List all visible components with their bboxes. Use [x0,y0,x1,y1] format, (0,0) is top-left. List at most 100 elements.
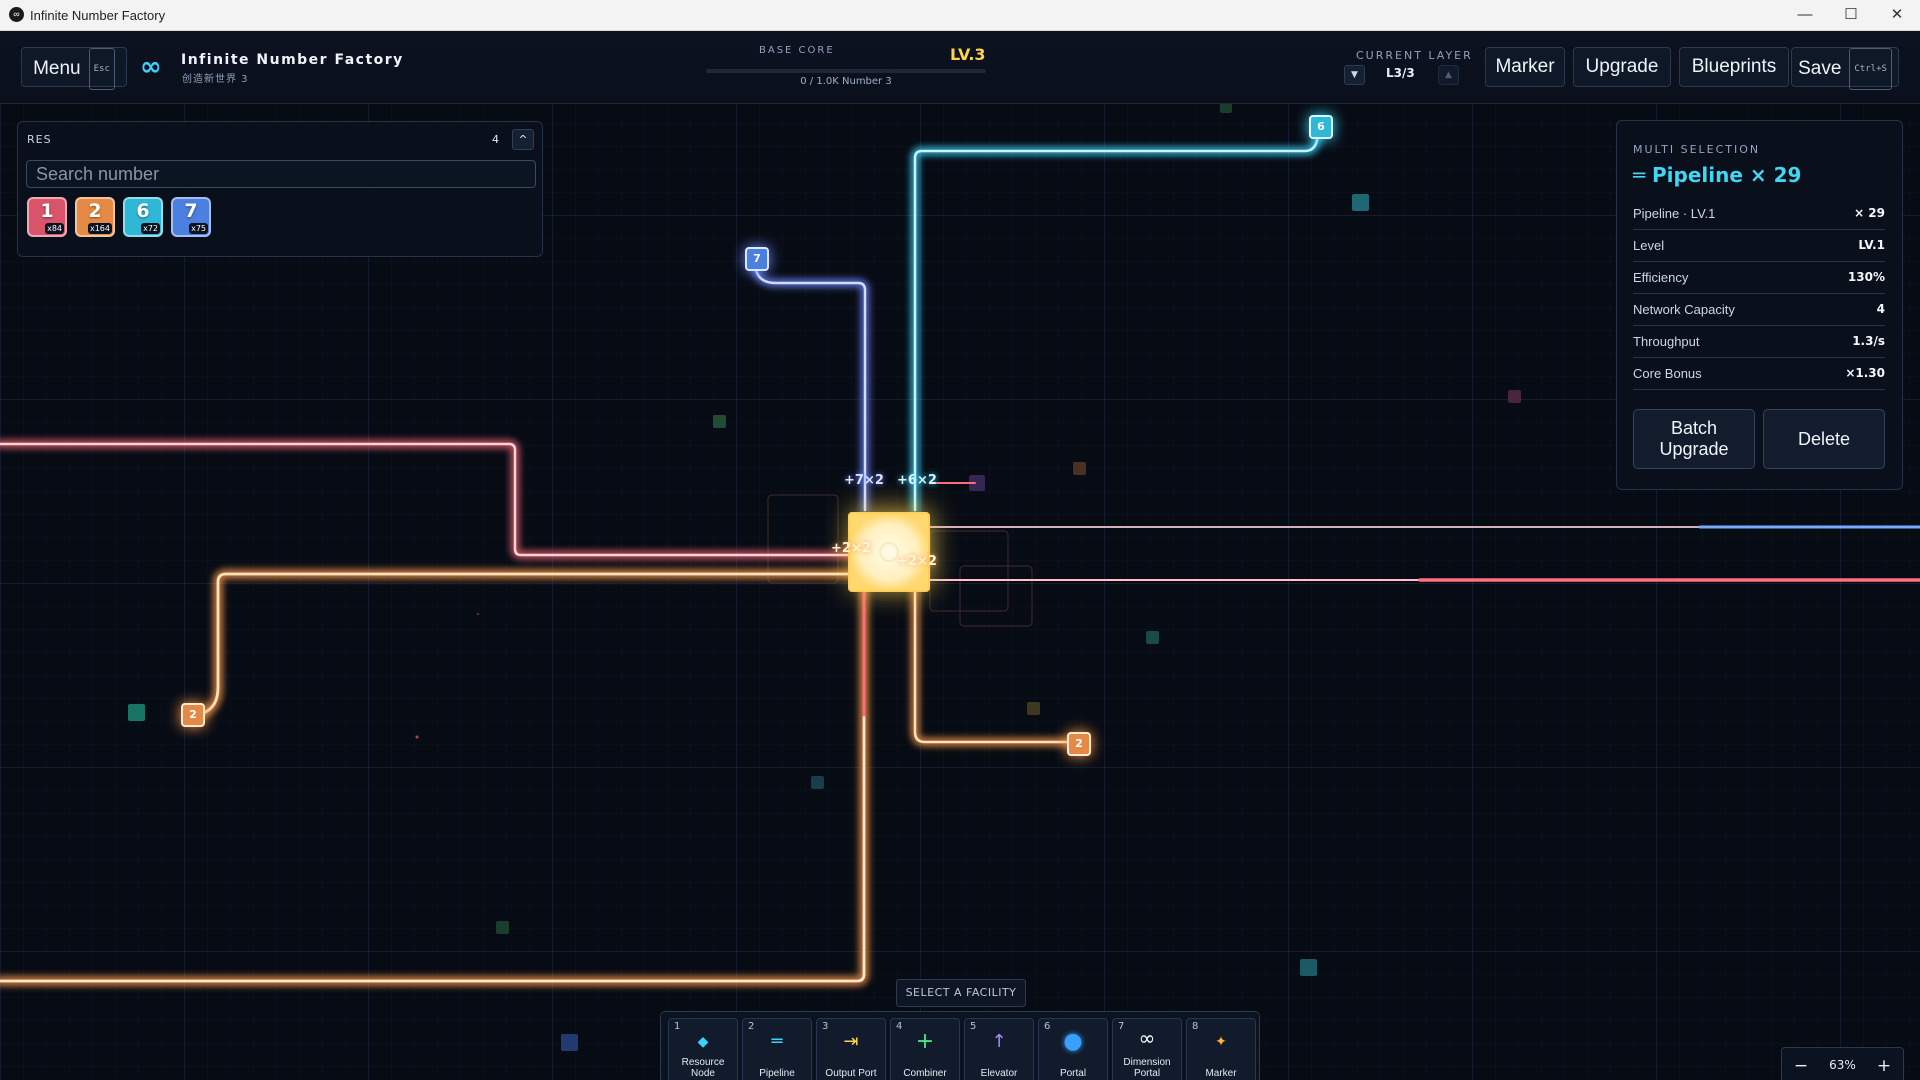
tool-hotkey: 4 [896,1021,903,1032]
menu-shortcut: Esc [88,48,115,90]
tool-label: Output Port [825,1068,877,1079]
resource-node[interactable]: 7 [745,247,769,271]
resource-chip[interactable]: 6 x72 [123,197,163,237]
resource-chip[interactable]: 2 x164 [75,197,115,237]
resource-node-number: 2 [189,708,197,721]
resource-panel-label: RES [27,133,52,146]
tool-hotkey: 5 [970,1021,977,1032]
app-icon: ∞ [9,7,24,22]
tool-label: Dimension Portal [1123,1057,1171,1079]
selection-row-value: LV.1 [1858,238,1885,252]
maximize-button[interactable]: ☐ [1828,0,1874,30]
marker-button[interactable]: Marker [1485,47,1565,87]
base-core-progress-bar [706,69,986,73]
resource-chip-number: 6 [136,200,150,222]
portal-icon: ● [1063,1029,1083,1054]
tool-hotkey: 6 [1044,1021,1051,1032]
core-rate-label: +6×2 [897,473,937,488]
output-port-icon: ⇥ [843,1031,859,1052]
dimension-portal-icon: ∞ [1138,1026,1156,1050]
selection-title: ═ Pipeline × 29 [1633,163,1802,187]
menu-button[interactable]: Menu Esc [21,47,127,90]
combiner-icon: + [915,1029,935,1054]
selection-row-key: Throughput [1633,334,1700,349]
resource-chip[interactable]: 1 x84 [27,197,67,237]
tool-hotkey: 8 [1192,1021,1199,1032]
resource-panel: RES 4 ^ 1 x84 2 x164 6 x72 7 x75 [17,121,543,257]
blueprints-button[interactable]: Blueprints [1679,47,1789,87]
tool-pipeline[interactable]: 2 ═ Pipeline [742,1018,812,1080]
base-core-label: BASE CORE [759,45,835,56]
tool-label: Elevator [980,1068,1018,1079]
selection-row-value: 1.3/s [1852,334,1885,348]
tool-label: Portal [1059,1068,1087,1079]
resource-node-number: 7 [753,252,761,265]
selection-row: Pipeline · LV.1 × 29 [1633,197,1885,230]
resource-node-icon: ◆ [697,1034,709,1050]
zoom-control: − 63% + [1781,1047,1904,1080]
selection-row-key: Pipeline · LV.1 [1633,206,1716,221]
save-button[interactable]: Save Ctrl+S [1791,47,1899,90]
selection-row-key: Network Capacity [1633,302,1735,317]
zoom-in-button[interactable]: + [1873,1055,1895,1077]
multi-selection-panel: MULTI SELECTION ═ Pipeline × 29 Pipeline… [1616,120,1903,490]
selection-row-key: Level [1633,238,1665,253]
resource-chip[interactable]: 7 x75 [171,197,211,237]
resource-chip-count: x84 [45,223,64,234]
core-rate-label: +7×2 [844,473,884,488]
layer-down-button[interactable]: ▼ [1344,65,1365,85]
resource-chip-count: x164 [87,223,112,234]
tool-label: Marker [1205,1068,1237,1079]
world-name: 创造新世界 3 [182,74,249,85]
resource-node-number: 2 [1075,737,1083,750]
batch-upgrade-button[interactable]: Batch Upgrade [1633,409,1755,469]
batch-upgrade-label: Batch Upgrade [1659,418,1729,459]
zoom-out-button[interactable]: − [1790,1055,1812,1077]
marker-icon: ✦ [1215,1034,1227,1050]
delete-button[interactable]: Delete [1763,409,1885,469]
facility-toolbar: 1 ◆ Resource Node 2 ═ Pipeline 3 ⇥ Output Port… [660,1011,1260,1080]
selection-row-value: 4 [1876,302,1885,316]
top-bar: Menu Esc ∞ Infinite Number Factory 创造新世界 … [0,31,1920,104]
current-layer-value: L3/3 [1386,66,1415,80]
selection-row-value: 130% [1847,270,1885,284]
minimize-button[interactable]: — [1782,0,1828,30]
resource-node[interactable]: 6 [1309,115,1333,139]
tool-label: Pipeline [759,1068,795,1079]
resource-node[interactable]: 2 [181,703,205,727]
tool-hotkey: 1 [674,1021,681,1032]
resource-node[interactable]: 2 [1067,732,1091,756]
tool-elevator[interactable]: 5 ↑ Elevator [964,1018,1034,1080]
selection-row-value: ×1.30 [1845,366,1885,380]
close-button[interactable]: ✕ [1874,0,1920,30]
tool-output-port[interactable]: 3 ⇥ Output Port [816,1018,886,1080]
menu-button-label: Menu [33,58,81,80]
resource-node-number: 6 [1317,120,1325,133]
tool-label: Resource Node [681,1057,725,1079]
resource-type-count: 4 [492,133,499,146]
selection-row: Network Capacity 4 [1633,293,1885,326]
current-layer-label: CURRENT LAYER [1356,49,1473,62]
core-rate-label: +2×2 [831,541,871,556]
tool-dimension-portal[interactable]: 7 ∞ Dimension Portal [1112,1018,1182,1080]
number-search-input[interactable] [26,160,536,188]
selection-row: Core Bonus ×1.30 [1633,357,1885,390]
upgrade-button[interactable]: Upgrade [1573,47,1671,87]
window-titlebar: ∞ Infinite Number Factory — ☐ ✕ [0,0,1920,31]
layer-up-button[interactable]: ▲ [1438,65,1459,85]
resource-chip-number: 7 [184,200,198,222]
resource-chip-number: 1 [40,200,54,222]
game-canvas[interactable]: +7×2 +6×2 +2×2 +2×2 6 7 2 2 Menu Esc ∞ In… [0,31,1920,1080]
tool-resource-node[interactable]: 1 ◆ Resource Node [668,1018,738,1080]
tool-marker[interactable]: 8 ✦ Marker [1186,1018,1256,1080]
tool-combiner[interactable]: 4 + Combiner [890,1018,960,1080]
resource-chip-count: x72 [141,223,160,234]
window-title: Infinite Number Factory [30,8,166,23]
selection-row: Throughput 1.3/s [1633,325,1885,358]
resource-chip-count: x75 [189,223,208,234]
zoom-level: 63% [1829,1058,1856,1072]
tool-hotkey: 3 [822,1021,829,1032]
tool-portal[interactable]: 6 ● Portal [1038,1018,1108,1080]
collapse-panel-button[interactable]: ^ [512,129,534,150]
selection-row-key: Efficiency [1633,270,1689,285]
